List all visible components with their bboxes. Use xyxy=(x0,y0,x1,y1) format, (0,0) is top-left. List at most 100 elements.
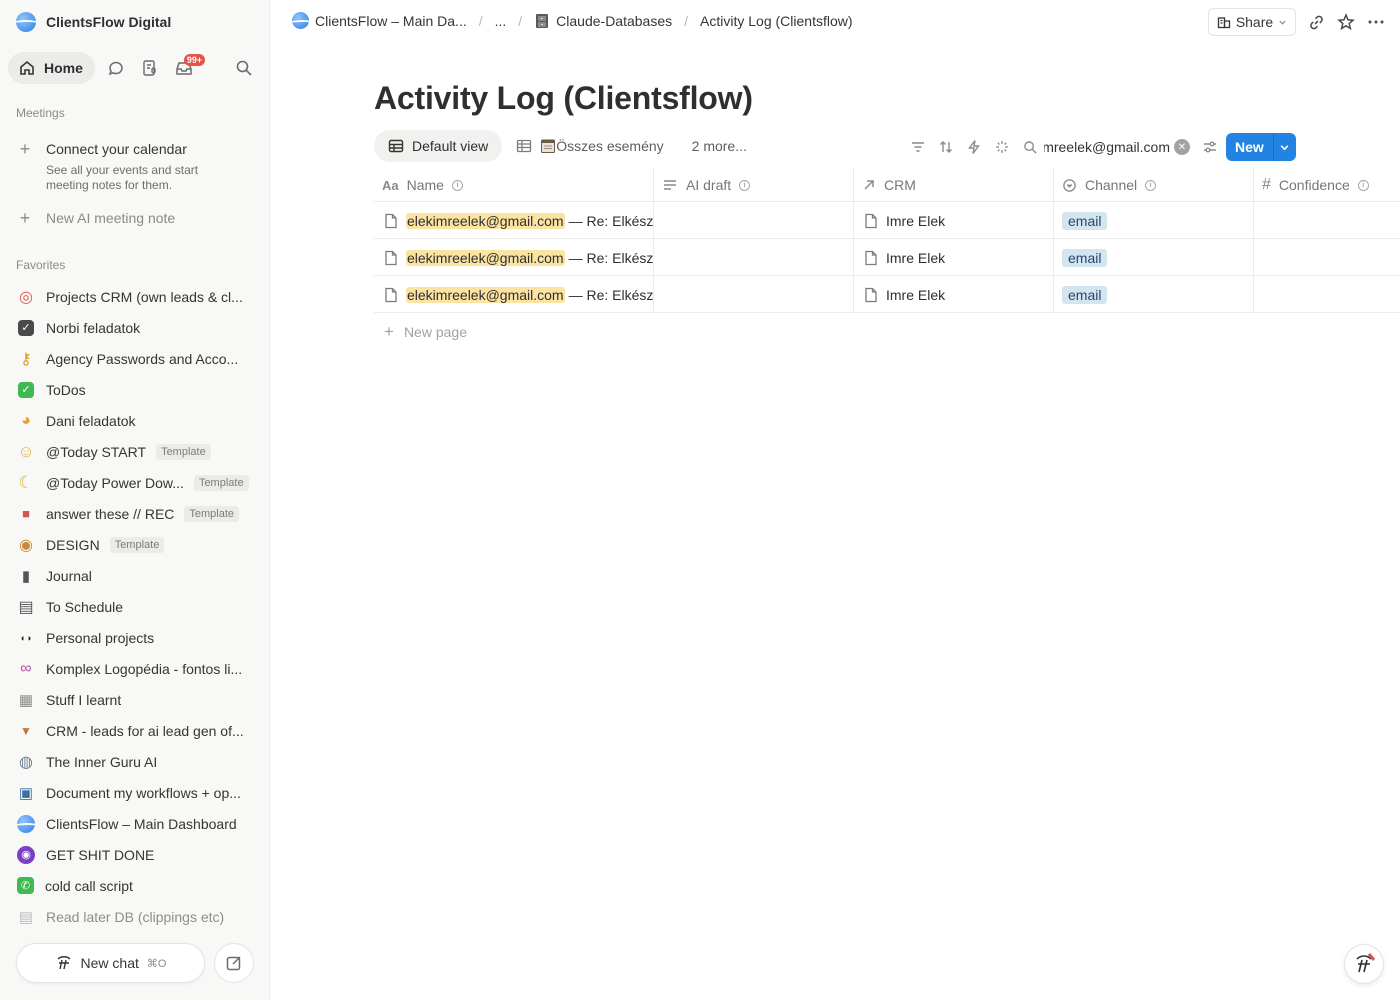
table-row[interactable]: elekimreelek@gmail.com— Re: Elkészült Imr… xyxy=(374,239,1400,276)
column-header-confidence[interactable]: # Confidence i xyxy=(1254,168,1400,202)
sidebar-favorite-item[interactable]: ■ answer these // REC Template xyxy=(16,498,262,529)
sidebar-favorite-item[interactable]: ▦ Stuff I learnt xyxy=(16,684,262,715)
more-views-button[interactable]: 2 more... xyxy=(678,130,761,162)
cell-crm[interactable]: Imre Elek xyxy=(854,239,1054,276)
sidebar-favorite-label: Agency Passwords and Acco... xyxy=(46,350,239,367)
database-table: Aa Name i AI draft i CRM Channel i # Con… xyxy=(374,168,1400,313)
sidebar-favorite-label: @Today Power Dow... xyxy=(46,474,184,491)
sidebar-favorite-label: Stuff I learnt xyxy=(46,691,122,708)
sidebar-favorite-item[interactable]: ▤ Read later DB (clippings etc) xyxy=(16,901,262,932)
sidebar-favorite-item[interactable]: ▤ To Schedule xyxy=(16,591,262,622)
inbox-button[interactable]: 99+ xyxy=(167,52,206,84)
sidebar-favorite-item[interactable]: ◎ Projects CRM (own leads & cl... xyxy=(16,281,262,312)
automations-button[interactable] xyxy=(960,134,988,160)
clear-search-icon[interactable]: ✕ xyxy=(1174,139,1190,155)
cell-ai-draft[interactable] xyxy=(654,202,854,239)
chat-bubble-button[interactable] xyxy=(99,52,133,84)
home-button[interactable]: Home xyxy=(8,52,95,84)
cell-ai-draft[interactable] xyxy=(654,239,854,276)
table-icon xyxy=(517,139,532,153)
column-header-crm[interactable]: CRM xyxy=(854,168,1054,202)
sidebar-favorite-item[interactable]: ◍ The Inner Guru AI xyxy=(16,746,262,777)
table-row[interactable]: elekimreelek@gmail.com— Re: Elkészült Imr… xyxy=(374,276,1400,313)
sidebar-favorite-item[interactable]: ✆ cold call script xyxy=(16,870,262,901)
compose-button[interactable] xyxy=(214,943,254,983)
workspace-switcher[interactable]: ClientsFlow Digital xyxy=(16,11,171,33)
cell-channel[interactable]: email xyxy=(1054,239,1254,276)
cell-name[interactable]: elekimreelek@gmail.com— Re: Elkészült xyxy=(374,202,654,239)
cell-crm[interactable]: Imre Elek xyxy=(854,202,1054,239)
new-chat-button[interactable]: New chat ⌘O xyxy=(16,943,205,983)
column-header-ai-draft[interactable]: AI draft i xyxy=(654,168,854,202)
sidebar-favorite-item[interactable]: ▮ Journal xyxy=(16,560,262,591)
breadcrumb-current[interactable]: Activity Log (Clientsflow) xyxy=(698,13,855,29)
search-input[interactable]: elekimreelek@gmail.com xyxy=(1044,139,1170,155)
share-button[interactable]: Share xyxy=(1208,8,1296,36)
new-ai-meeting-note-button[interactable]: + New AI meeting note xyxy=(16,209,175,227)
link-icon: ∞ xyxy=(20,659,32,677)
cell-name[interactable]: elekimreelek@gmail.com— Re: Elkészült xyxy=(374,239,654,276)
table-row[interactable]: elekimreelek@gmail.com— Re: Elkészült Imr… xyxy=(374,202,1400,239)
sidebar-favorite-item[interactable]: ◉ GET SHIT DONE xyxy=(16,839,262,870)
favorite-button[interactable] xyxy=(1334,10,1358,34)
filter-button[interactable] xyxy=(904,134,932,160)
sidebar-favorite-label: DESIGN xyxy=(46,536,100,553)
check-mark-icon: ✓ xyxy=(18,381,34,398)
sidebar-favorite-item[interactable]: ✓ ToDos xyxy=(16,374,262,405)
sidebar-favorite-item[interactable]: ◉ DESIGN Template xyxy=(16,529,262,560)
cell-confidence[interactable] xyxy=(1254,239,1400,276)
breadcrumb-parent[interactable]: Claude-Databases xyxy=(532,13,674,29)
new-button[interactable]: New xyxy=(1226,133,1274,161)
sidebar-favorite-item[interactable]: ▼ CRM - leads for ai lead gen of... xyxy=(16,715,262,746)
number-property-icon: # xyxy=(1262,176,1271,193)
search-icon xyxy=(1023,140,1037,154)
more-options-button[interactable] xyxy=(1364,10,1388,34)
search-match-highlight: elekimreelek@gmail.com xyxy=(406,212,565,229)
copy-link-button[interactable] xyxy=(1304,10,1328,34)
search-button[interactable] xyxy=(227,52,261,84)
sidebar-nav: Home 99+ xyxy=(8,52,261,84)
sort-button[interactable] xyxy=(932,134,960,160)
new-page-button[interactable]: + New page xyxy=(384,322,467,342)
tab-osszes-esemeny[interactable]: Összes esemény xyxy=(502,130,677,162)
new-dropdown-button[interactable] xyxy=(1273,133,1296,161)
breadcrumb-ellipsis[interactable]: ... xyxy=(493,13,509,29)
sidebar-favorite-item[interactable]: ClientsFlow – Main Dashboard xyxy=(16,808,262,839)
cell-confidence[interactable] xyxy=(1254,276,1400,313)
ai-autofill-button[interactable] xyxy=(988,134,1016,160)
cell-ai-draft[interactable] xyxy=(654,276,854,313)
connect-calendar-card[interactable]: + Connect your calendar See all your even… xyxy=(16,140,256,193)
sidebar-favorite-item[interactable]: ◐◑ Personal projects xyxy=(16,622,262,653)
cell-crm[interactable]: Imre Elek xyxy=(854,276,1054,313)
tab-default-view[interactable]: Default view xyxy=(374,130,503,162)
sidebar-favorite-label: @Today START xyxy=(46,443,147,460)
search-button[interactable] xyxy=(1016,134,1044,160)
sidebar-favorite-item[interactable]: ✓ Norbi feladatok xyxy=(16,312,262,343)
column-header-name[interactable]: Aa Name i xyxy=(374,168,654,202)
page-title[interactable]: Activity Log (Clientsflow) xyxy=(374,80,753,117)
sidebar-favorite-item[interactable]: ▣ Document my workflows + op... xyxy=(16,777,262,808)
sidebar-favorite-label: Journal xyxy=(46,567,92,584)
crm-relation-value: Imre Elek xyxy=(886,212,946,229)
breadcrumb-root[interactable]: ClientsFlow – Main Da... xyxy=(290,12,469,29)
sidebar-favorite-item[interactable]: ∞ Komplex Logopédia - fontos li... xyxy=(16,653,262,684)
text-property-icon: Aa xyxy=(382,177,399,193)
sidebar-favorite-item[interactable]: ☾ @Today Power Dow... Template xyxy=(16,467,262,498)
column-header-channel[interactable]: Channel i xyxy=(1054,168,1254,202)
phone-icon: ✆ xyxy=(17,877,34,894)
sidebar-favorite-item[interactable]: ☺ @Today START Template xyxy=(16,436,262,467)
ai-assistant-button[interactable] xyxy=(1344,944,1384,984)
chip-icon: ▣ xyxy=(18,784,34,802)
ai-face-icon xyxy=(57,956,71,970)
sidebar-favorite-item[interactable]: ◕ Dani feladatok xyxy=(16,405,262,436)
cell-channel[interactable]: email xyxy=(1054,202,1254,239)
share-label: Share xyxy=(1235,14,1274,30)
sidebar-favorite-item[interactable]: ⚷ Agency Passwords and Acco... xyxy=(16,343,262,374)
cell-name[interactable]: elekimreelek@gmail.com— Re: Elkészült xyxy=(374,276,654,313)
workspace-name: ClientsFlow Digital xyxy=(46,14,172,30)
cell-confidence[interactable] xyxy=(1254,202,1400,239)
cell-channel[interactable]: email xyxy=(1054,276,1254,313)
meeting-notes-button[interactable] xyxy=(133,52,167,84)
view-settings-button[interactable] xyxy=(1196,134,1224,160)
search-match-highlight: elekimreelek@gmail.com xyxy=(406,286,565,303)
